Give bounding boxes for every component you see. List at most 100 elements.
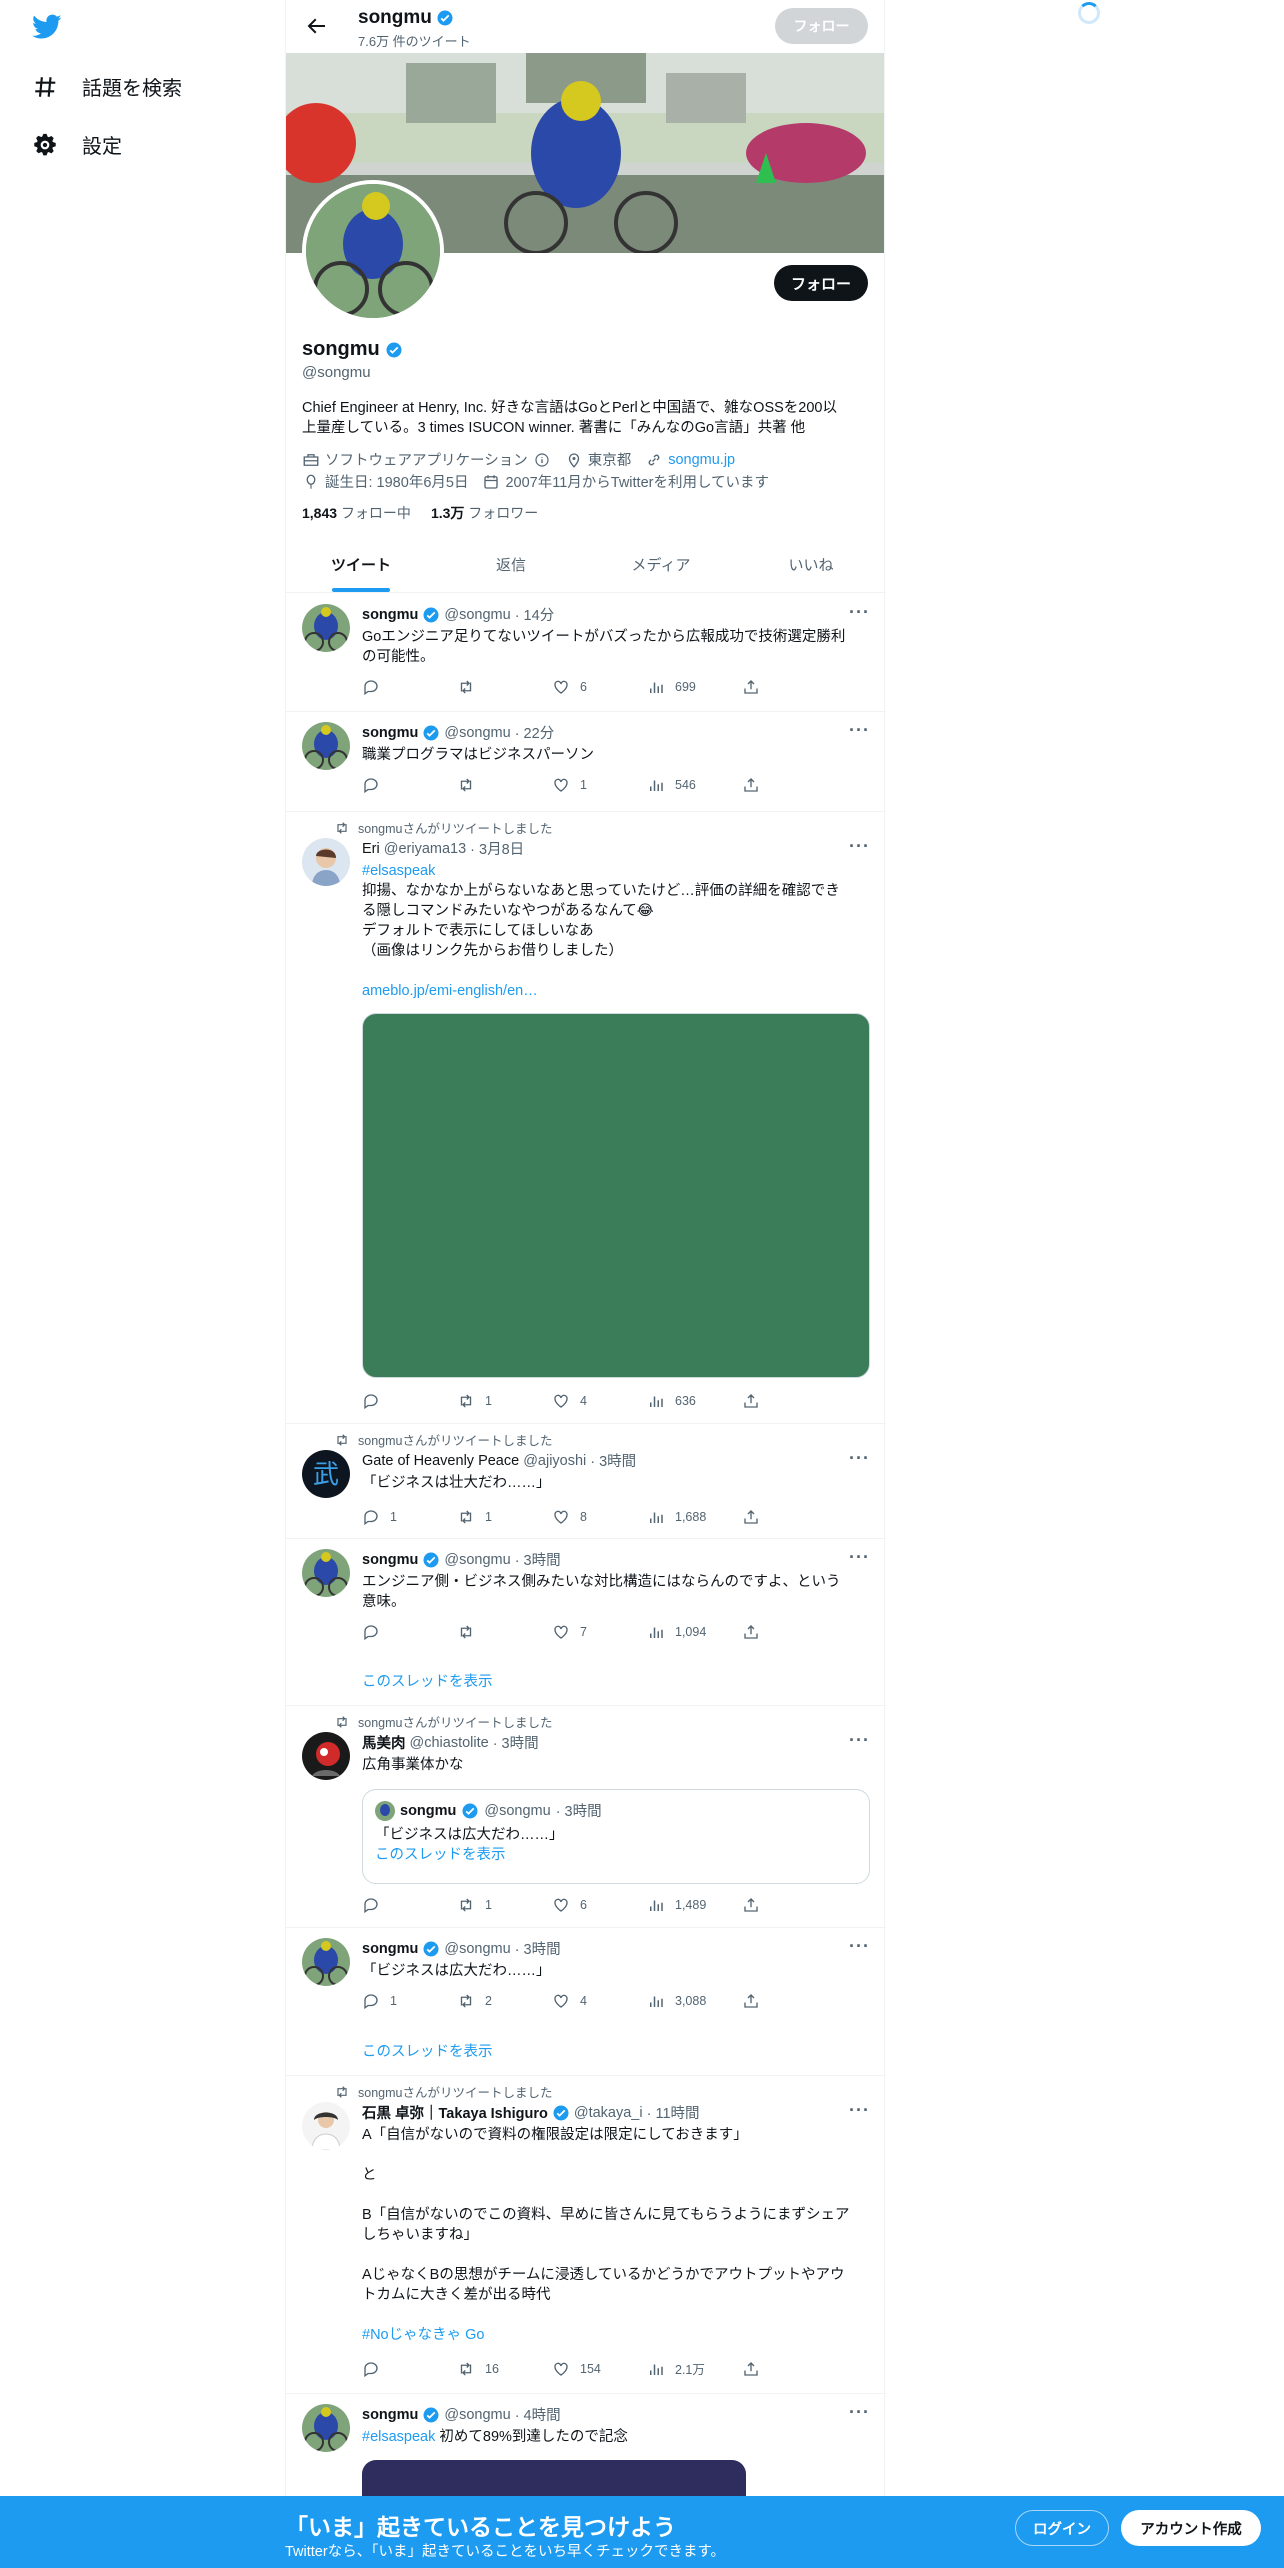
author-name[interactable]: 馬美肉 <box>362 1732 406 1753</box>
author-handle[interactable]: @songmu <box>444 1552 510 1568</box>
twitter-logo-icon[interactable] <box>32 14 62 44</box>
author-name[interactable]: songmu <box>362 2407 418 2423</box>
share-button[interactable] <box>742 678 760 696</box>
avatar[interactable] <box>302 604 350 652</box>
tweet-time[interactable]: · 3月8日 <box>470 838 524 859</box>
avatar[interactable] <box>302 1549 350 1597</box>
author-name[interactable]: songmu <box>362 1941 418 1957</box>
share-button[interactable] <box>742 1623 760 1641</box>
author-handle[interactable]: @songmu <box>444 725 510 741</box>
retweet-button[interactable]: 1 <box>457 1508 552 1526</box>
like-button[interactable]: 6 <box>552 678 647 696</box>
like-button[interactable]: 154 <box>552 2360 647 2378</box>
retweet-button[interactable] <box>457 776 552 794</box>
share-button[interactable] <box>742 1392 760 1410</box>
reply-button[interactable]: 1 <box>362 1508 457 1526</box>
share-button[interactable] <box>742 1992 760 2010</box>
tweet[interactable]: ··· songmu @songmu · 3時間 エンジニア側・ビジネス側みたいな対… <box>286 1539 886 1706</box>
author-name[interactable]: songmu <box>362 725 418 741</box>
reply-button[interactable] <box>362 2360 457 2378</box>
like-button[interactable]: 1 <box>552 776 647 794</box>
author-name[interactable]: Eri <box>362 841 380 857</box>
views-button[interactable]: 636 <box>647 1392 742 1410</box>
avatar[interactable]: 武 <box>302 1450 350 1498</box>
tweet[interactable]: ··· songmu @songmu · 22分 職業プログラマはビジネスパーソン … <box>286 712 886 812</box>
retweet-button[interactable] <box>457 1623 552 1641</box>
reply-button[interactable] <box>362 776 457 794</box>
header-follow-button[interactable]: フォロー <box>775 8 868 44</box>
quoted-show-thread-link[interactable]: このスレッドを表示 <box>375 1845 857 1865</box>
tweet-time[interactable]: · 11時間 <box>647 2102 700 2123</box>
hashtag-link[interactable]: #Noじゃなきゃ Go <box>362 2325 870 2345</box>
tweet-time[interactable]: · 4時間 <box>515 2404 561 2425</box>
tweet[interactable]: ··· songmu @songmu · 3時間 「ビジネスは広大だわ……」 1 2… <box>286 1928 886 2076</box>
author-name[interactable]: 石黒 卓弥｜Takaya Ishiguro <box>362 2102 548 2123</box>
share-button[interactable] <box>742 2360 760 2378</box>
retweet-button[interactable]: 1 <box>457 1392 552 1410</box>
tab-likes[interactable]: いいね <box>736 537 886 592</box>
tweet-time[interactable]: · 22分 <box>515 722 555 743</box>
author-name[interactable]: songmu <box>362 1552 418 1568</box>
tab-media[interactable]: メディア <box>586 537 736 592</box>
tab-replies[interactable]: 返信 <box>436 537 586 592</box>
avatar[interactable] <box>302 838 350 886</box>
quoted-tweet[interactable]: songmu @songmu · 3時間 「ビジネスは広大だわ……」 このスレッ… <box>362 1789 870 1884</box>
avatar[interactable] <box>302 722 350 770</box>
share-button[interactable] <box>742 1896 760 1914</box>
follow-button[interactable]: フォロー <box>774 265 868 301</box>
info-icon[interactable] <box>533 451 551 469</box>
show-thread-link[interactable]: このスレッドを表示 <box>362 2040 493 2061</box>
tweet-image[interactable] <box>362 1013 870 1378</box>
hashtag-link[interactable]: #elsaspeak <box>362 861 870 881</box>
views-button[interactable]: 1,489 <box>647 1896 742 1914</box>
profile-website[interactable]: songmu.jp <box>645 451 735 469</box>
following-stat[interactable]: 1,843 フォロー中 <box>302 503 411 523</box>
retweet-button[interactable]: 1 <box>457 1896 552 1914</box>
website-link[interactable]: songmu.jp <box>668 452 735 468</box>
like-button[interactable]: 6 <box>552 1896 647 1914</box>
avatar[interactable] <box>302 2102 350 2150</box>
nav-explore[interactable]: 話題を検索 <box>32 72 182 101</box>
retweet-button[interactable]: 16 <box>457 2360 552 2378</box>
external-link[interactable]: ameblo.jp/emi-english/en… <box>362 981 870 1001</box>
views-button[interactable]: 3,088 <box>647 1992 742 2010</box>
profile-avatar[interactable] <box>302 180 444 322</box>
like-button[interactable]: 4 <box>552 1392 647 1410</box>
tweet-time[interactable]: · 3時間 <box>515 1938 561 1959</box>
signup-button[interactable]: アカウント作成 <box>1121 2510 1261 2546</box>
reply-button[interactable]: 1 <box>362 1992 457 2010</box>
views-button[interactable]: 1,094 <box>647 1623 742 1641</box>
author-handle[interactable]: @chiastolite <box>410 1735 489 1751</box>
back-arrow-icon[interactable] <box>304 14 328 38</box>
views-button[interactable]: 1,688 <box>647 1508 742 1526</box>
author-name[interactable]: songmu <box>362 607 418 623</box>
reply-button[interactable] <box>362 1392 457 1410</box>
tweet-time[interactable]: · 3時間 <box>515 1549 561 1570</box>
tweet-time[interactable]: · 3時間 <box>493 1732 539 1753</box>
like-button[interactable]: 7 <box>552 1623 647 1641</box>
tweet[interactable]: songmuさんがリツイートしました ··· Eri @eriyama13 · 3月… <box>286 812 886 1424</box>
views-button[interactable]: 2.1万 <box>647 2359 742 2378</box>
followers-stat[interactable]: 1.3万 フォロワー <box>431 503 538 523</box>
tweet-time[interactable]: · 14分 <box>515 604 555 625</box>
views-button[interactable]: 699 <box>647 678 742 696</box>
nav-settings[interactable]: 設定 <box>32 130 122 159</box>
tweet-time[interactable]: · 3時間 <box>590 1450 636 1471</box>
share-button[interactable] <box>742 1508 760 1526</box>
tab-tweets[interactable]: ツイート <box>286 537 436 592</box>
retweet-button[interactable]: 2 <box>457 1992 552 2010</box>
author-name[interactable]: Gate of Heavenly Peace <box>362 1453 519 1469</box>
author-handle[interactable]: @ajiyoshi <box>523 1453 586 1469</box>
reply-button[interactable] <box>362 1896 457 1914</box>
avatar[interactable] <box>302 1732 350 1780</box>
author-handle[interactable]: @eriyama13 <box>384 841 466 857</box>
tweet[interactable]: songmuさんがリツイートしました ··· 馬美肉 @chiastolite · … <box>286 1706 886 1928</box>
tweet[interactable]: ··· songmu @songmu · 14分 Goエンジニア足りてないツイートが… <box>286 594 886 712</box>
share-button[interactable] <box>742 776 760 794</box>
retweet-button[interactable] <box>457 678 552 696</box>
tweet[interactable]: songmuさんがリツイートしました ··· 石黒 卓弥｜Takaya Ishi… <box>286 2076 886 2394</box>
views-button[interactable]: 546 <box>647 776 742 794</box>
show-thread-link[interactable]: このスレッドを表示 <box>362 1670 493 1691</box>
author-handle[interactable]: @songmu <box>444 2407 510 2423</box>
author-handle[interactable]: @songmu <box>444 607 510 623</box>
